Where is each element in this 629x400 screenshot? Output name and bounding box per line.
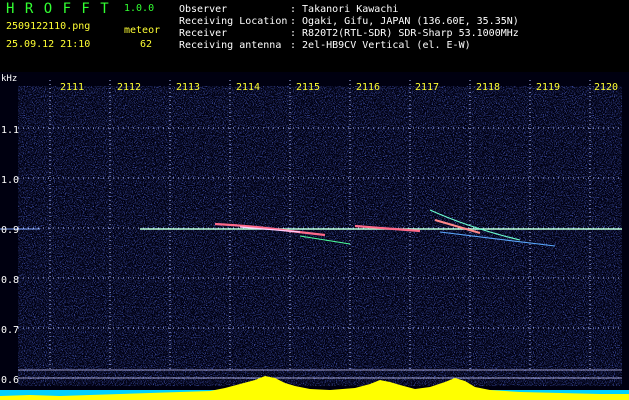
x-tick-label: 2119 bbox=[536, 82, 560, 93]
y-tick-label: 1.0 bbox=[1, 175, 19, 186]
info-value-observer: : Takanori Kawachi bbox=[290, 4, 399, 15]
counter-value: 62 bbox=[140, 39, 153, 50]
info-key-receiver: Receiver bbox=[179, 28, 228, 39]
x-tick-label: 2111 bbox=[60, 82, 84, 93]
info-value-location: : Ogaki, Gifu, JAPAN (136.60E, 35.35N) bbox=[290, 16, 519, 27]
noise-layer-cyan bbox=[18, 86, 622, 386]
x-tick-label: 2115 bbox=[296, 82, 320, 93]
info-header: H R O F F T 1.0.0 2509122110.png 25.09.1… bbox=[0, 0, 629, 72]
x-tick-label: 2117 bbox=[415, 82, 439, 93]
x-tick-label: 2112 bbox=[117, 82, 141, 93]
y-unit-label: kHz bbox=[1, 74, 17, 84]
date-time: 25.09.12 21:10 bbox=[6, 39, 91, 50]
y-tick-label: 0.9 bbox=[1, 225, 19, 236]
x-tick-label: 2116 bbox=[356, 82, 380, 93]
counter-label: meteor bbox=[124, 25, 161, 36]
y-tick-label: 1.1 bbox=[1, 125, 19, 136]
info-value-receiver: : R820T2(RTL-SDR) SDR-Sharp 53.1000MHz bbox=[290, 28, 519, 39]
x-tick-label: 2113 bbox=[176, 82, 200, 93]
info-key-antenna: Receiving antenna bbox=[179, 40, 282, 51]
file-name: 2509122110.png bbox=[6, 21, 91, 32]
spectrogram: kHz 1.1 1.0 0.9 0.8 0.7 0.6 2111 2112 21… bbox=[0, 72, 629, 400]
y-tick-label: 0.8 bbox=[1, 275, 19, 286]
x-tick-label: 2114 bbox=[236, 82, 260, 93]
y-tick-label: 0.6 bbox=[1, 375, 19, 386]
y-tick-label: 0.7 bbox=[1, 325, 19, 336]
info-key-location: Receiving Location bbox=[179, 16, 288, 27]
info-key-observer: Observer bbox=[179, 4, 228, 15]
app-title: H R O F F T bbox=[6, 1, 110, 17]
x-tick-label: 2118 bbox=[476, 82, 500, 93]
app-version: 1.0.0 bbox=[124, 3, 155, 14]
x-tick-label: 2120 bbox=[594, 82, 618, 93]
info-value-antenna: : 2el-HB9CV Vertical (el. E-W) bbox=[290, 40, 471, 51]
